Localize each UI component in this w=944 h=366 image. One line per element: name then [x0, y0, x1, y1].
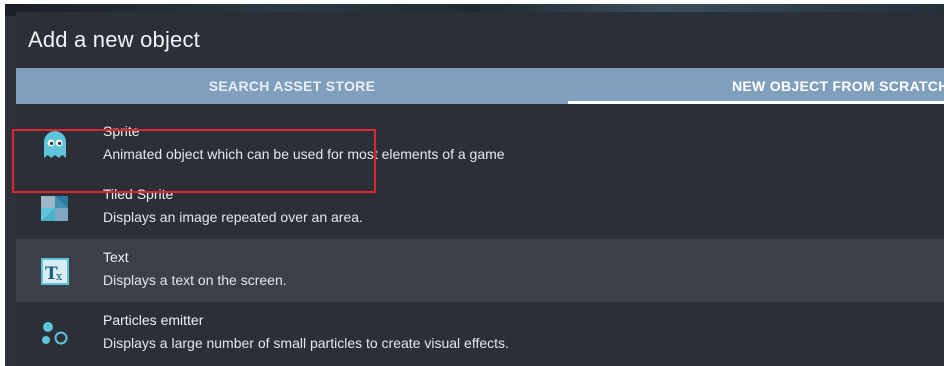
- particles-icon: [38, 317, 72, 351]
- dialog-title-text: Add a new object: [28, 27, 200, 52]
- list-item-particles-emitter[interactable]: Particles emitter Displays a large numbe…: [16, 302, 944, 365]
- ghost-sprite-icon: [38, 128, 72, 162]
- dialog-title: Add a new object: [16, 12, 944, 68]
- item-description: Animated object which can be used for mo…: [103, 146, 505, 162]
- item-description: Displays a text on the screen.: [103, 272, 287, 288]
- item-name: Tiled Sprite: [103, 186, 174, 202]
- item-name: Text: [103, 249, 129, 265]
- svg-text:x: x: [56, 270, 63, 283]
- item-description: Displays an image repeated over an area.: [103, 209, 363, 225]
- tab-search-asset-store[interactable]: SEARCH ASSET STORE: [16, 68, 568, 104]
- item-name: Sprite: [103, 123, 140, 139]
- item-description: Displays a large number of small particl…: [103, 335, 509, 351]
- screenshot-frame: Add a new object SEARCH ASSET STORE NEW …: [5, 4, 944, 366]
- active-tab-indicator: [568, 101, 944, 104]
- add-object-dialog: Add a new object SEARCH ASSET STORE NEW …: [16, 12, 944, 366]
- text-tx-icon: T x: [38, 254, 72, 288]
- tiles-icon: [38, 191, 72, 225]
- list-item-tiled-sprite[interactable]: Tiled Sprite Displays an image repeated …: [16, 176, 944, 239]
- tab-bar: SEARCH ASSET STORE NEW OBJECT FROM SCRAT…: [16, 68, 944, 104]
- item-name: Particles emitter: [103, 312, 204, 328]
- list-item-text[interactable]: T x Text Displays a text on the screen.: [16, 239, 944, 302]
- list-item-sprite[interactable]: Sprite Animated object which can be used…: [16, 113, 944, 176]
- tab-new-object-from-scratch[interactable]: NEW OBJECT FROM SCRATCH: [568, 68, 944, 104]
- object-type-list: Sprite Animated object which can be used…: [16, 113, 944, 365]
